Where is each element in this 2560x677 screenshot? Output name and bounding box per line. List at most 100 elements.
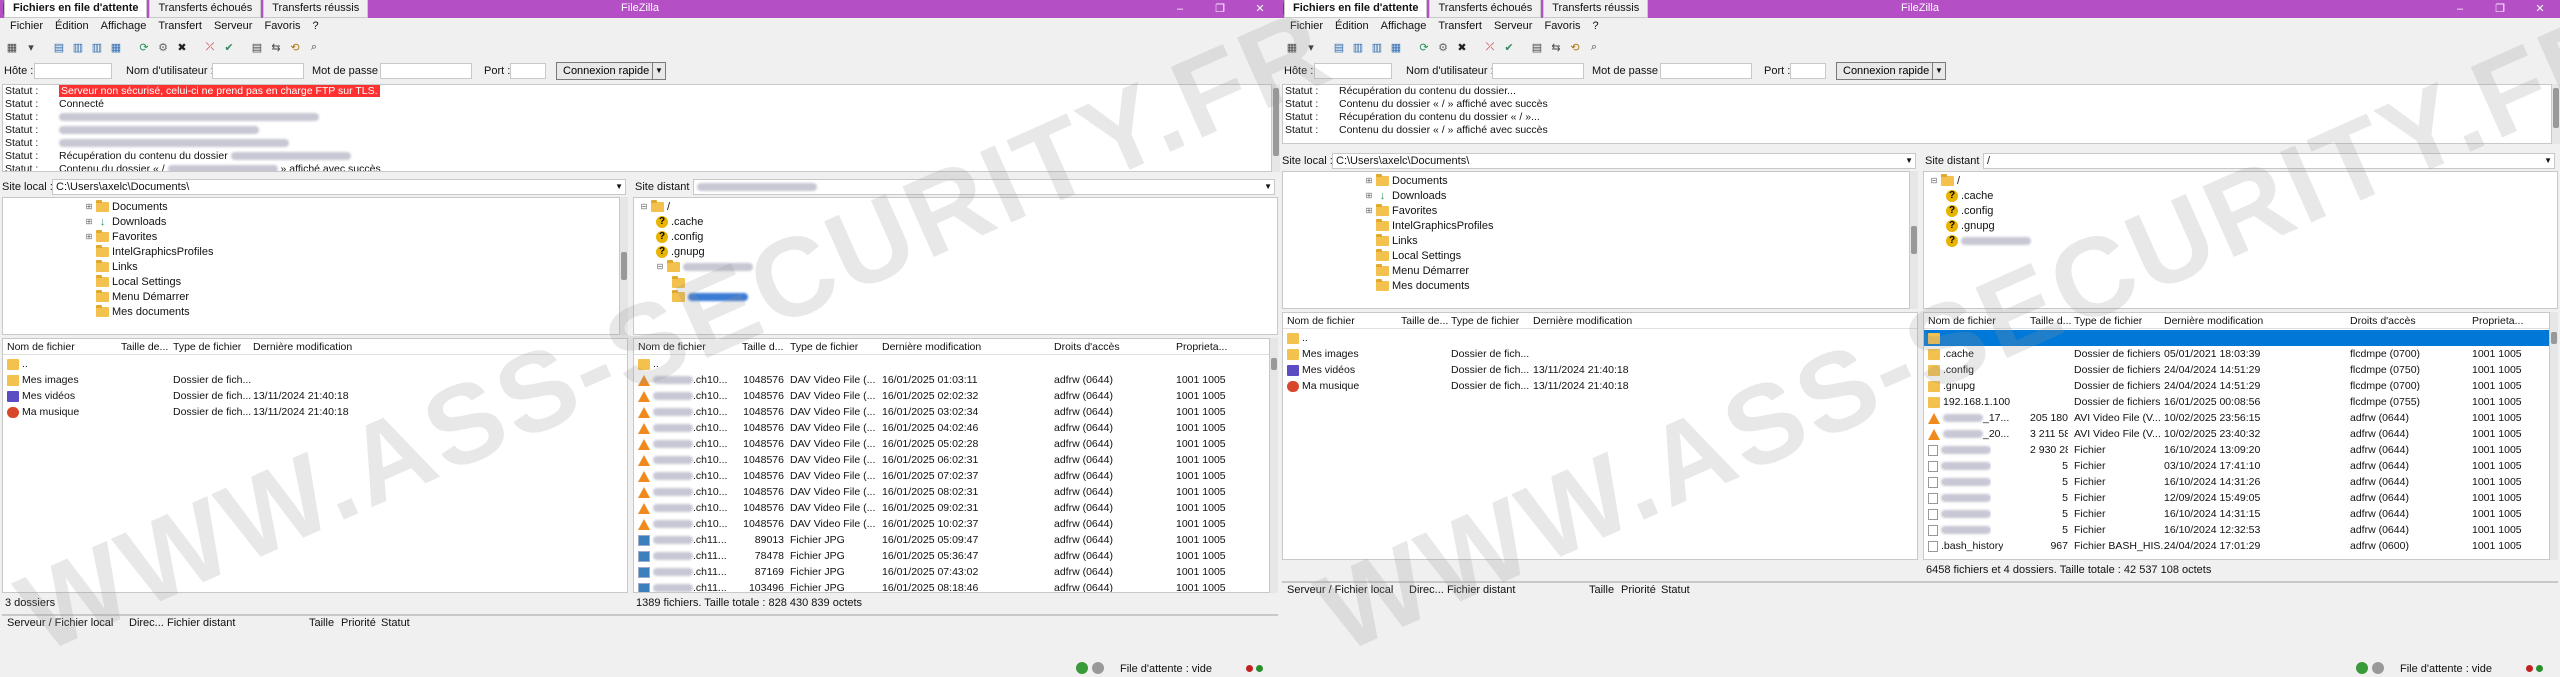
- remote-tree-item[interactable]: ⊟ /: [1930, 174, 1960, 188]
- local-file-row[interactable]: ..: [3, 356, 627, 372]
- process-queue-icon[interactable]: ⚙: [155, 39, 171, 55]
- expand-icon[interactable]: ⊞: [85, 200, 93, 214]
- filter-icon[interactable]: ▤: [1529, 39, 1545, 55]
- remote-file-row[interactable]: .ch10... 1048576 DAV Video File (... 16/01/…: [634, 404, 1269, 420]
- expand-icon[interactable]: ⊞: [85, 215, 93, 229]
- remote-column-header[interactable]: Taille d...: [742, 339, 783, 355]
- menu-item-1[interactable]: Édition: [1329, 19, 1375, 35]
- password-input[interactable]: [380, 63, 472, 79]
- remote-tree-item[interactable]: ? .config: [1946, 204, 1993, 218]
- menu-item-0[interactable]: Fichier: [1284, 19, 1329, 35]
- speed-limit-icon[interactable]: [2372, 662, 2384, 674]
- remote-tree-item[interactable]: ⊟ /: [640, 200, 670, 214]
- local-column-header[interactable]: Type de fichier: [173, 339, 241, 355]
- sync-browse-icon[interactable]: ⟲: [1567, 39, 1583, 55]
- password-input[interactable]: [1660, 63, 1752, 79]
- quickconnect-history-dropdown[interactable]: ▼: [652, 62, 666, 80]
- local-tree-item[interactable]: ⊞ Documents: [1365, 174, 1448, 188]
- queue-column-header[interactable]: Fichier distant: [1447, 584, 1515, 596]
- local-path-input[interactable]: C:\Users\axelc\Documents\ ▼: [52, 179, 626, 195]
- queue-column-header[interactable]: Statut: [1661, 584, 1690, 596]
- remote-column-header[interactable]: Proprieta...: [1176, 339, 1227, 355]
- remote-column-header[interactable]: Taille d...: [2030, 313, 2071, 329]
- remote-file-row[interactable]: 5 Fichier 16/10/2024 14:31:15 adfrw (0644) 1…: [1924, 506, 2549, 522]
- site-manager-icon[interactable]: ▦: [1284, 39, 1300, 55]
- filter-icon[interactable]: ▤: [249, 39, 265, 55]
- username-input[interactable]: [212, 63, 304, 79]
- toggle-local-tree-icon[interactable]: ▥: [1350, 39, 1366, 55]
- port-input[interactable]: [510, 63, 546, 79]
- local-file-row[interactable]: Mes images Dossier de fich...: [3, 372, 627, 388]
- menu-item-5[interactable]: Favoris: [258, 19, 306, 35]
- queue-column-header[interactable]: Taille: [1589, 584, 1614, 596]
- scrollbar-thumb[interactable]: [2551, 332, 2557, 344]
- site-manager-icon[interactable]: ▦: [4, 39, 20, 55]
- local-tree-item[interactable]: ⊞ Documents: [85, 200, 168, 214]
- menu-item-6[interactable]: ?: [1587, 19, 1605, 35]
- local-tree-item[interactable]: Mes documents: [85, 305, 190, 319]
- compare-icon[interactable]: ⇆: [1548, 39, 1564, 55]
- maximize-icon[interactable]: ❐: [1200, 0, 1240, 18]
- dropdown-icon[interactable]: ▾: [1303, 39, 1319, 55]
- collapse-icon[interactable]: ⊟: [1930, 174, 1938, 188]
- local-tree-item[interactable]: Mes documents: [1365, 279, 1470, 293]
- remote-column-header[interactable]: Droits d'accès: [1054, 339, 1120, 355]
- close-icon[interactable]: ✕: [2520, 0, 2560, 18]
- log-scrollbar[interactable]: [1272, 84, 1280, 172]
- local-tree-item[interactable]: ⊞ Favorites: [85, 230, 157, 244]
- remote-file-row[interactable]: .ch11... 87169 Fichier JPG 16/01/2025 07:43…: [634, 564, 1269, 580]
- dropdown-icon[interactable]: ▾: [23, 39, 39, 55]
- local-column-header[interactable]: Nom de fichier: [7, 339, 75, 355]
- quickconnect-button[interactable]: Connexion rapide: [1836, 62, 1937, 80]
- collapse-icon[interactable]: ⊟: [656, 260, 664, 274]
- toggle-log-icon[interactable]: ▤: [1331, 39, 1347, 55]
- chevron-down-icon[interactable]: ▼: [1905, 154, 1913, 168]
- queue-column-header[interactable]: Serveur / Fichier local: [7, 617, 113, 629]
- queue-column-header[interactable]: Priorité: [1621, 584, 1656, 596]
- local-file-row[interactable]: Mes vidéos Dossier de fich... 13/11/2024 2…: [3, 388, 627, 404]
- local-tree-scrollbar[interactable]: [1910, 171, 1918, 309]
- cancel-icon[interactable]: ✖: [1454, 39, 1470, 55]
- queue-column-header[interactable]: Fichier distant: [167, 617, 235, 629]
- local-tree-scrollbar[interactable]: [620, 197, 628, 335]
- chevron-down-icon[interactable]: ▼: [1264, 180, 1272, 194]
- remote-file-row[interactable]: .bash_history 967 Fichier BASH_HIS... 24/04…: [1924, 538, 2549, 554]
- remote-column-header[interactable]: Proprieta...: [2472, 313, 2523, 329]
- remote-file-row[interactable]: .ch11... 89013 Fichier JPG 16/01/2025 05:09…: [634, 532, 1269, 548]
- remote-column-header[interactable]: Nom de fichier: [638, 339, 706, 355]
- remote-column-header[interactable]: Nom de fichier: [1928, 313, 1996, 329]
- queue-tab-2[interactable]: Transferts réussis: [263, 0, 369, 18]
- queue-column-header[interactable]: Taille: [309, 617, 334, 629]
- remote-list-scrollbar[interactable]: [2550, 312, 2558, 560]
- remote-column-header[interactable]: Type de fichier: [2074, 313, 2142, 329]
- remote-tree-item[interactable]: ? .gnupg: [1946, 219, 1995, 233]
- remote-tree-item[interactable]: ? .cache: [1946, 189, 1993, 203]
- menu-item-6[interactable]: ?: [307, 19, 325, 35]
- disconnect-icon[interactable]: ⤫: [1482, 39, 1498, 55]
- menu-item-2[interactable]: Affichage: [1375, 19, 1433, 35]
- remote-file-row[interactable]: 5 Fichier 03/10/2024 17:41:10 adfrw (0644) 1…: [1924, 458, 2549, 474]
- toggle-log-icon[interactable]: ▤: [51, 39, 67, 55]
- process-queue-icon[interactable]: ⚙: [1435, 39, 1451, 55]
- remote-path-input[interactable]: / ▼: [1983, 153, 2555, 169]
- queue-tab-1[interactable]: Transferts échoués: [1429, 0, 1542, 18]
- port-input[interactable]: [1790, 63, 1826, 79]
- local-tree-item[interactable]: Local Settings: [85, 275, 181, 289]
- host-input[interactable]: [34, 63, 112, 79]
- close-icon[interactable]: ✕: [1240, 0, 1280, 18]
- disconnect-icon[interactable]: ⤫: [202, 39, 218, 55]
- remote-file-row[interactable]: .ch11... 78478 Fichier JPG 16/01/2025 05:36…: [634, 548, 1269, 564]
- log-scrollbar-thumb[interactable]: [2553, 88, 2559, 128]
- queue-tab-1[interactable]: Transferts échoués: [149, 0, 262, 18]
- local-tree-item[interactable]: Links: [85, 260, 138, 274]
- menu-item-4[interactable]: Serveur: [208, 19, 259, 35]
- queue-column-header[interactable]: Direc...: [129, 617, 164, 629]
- reconnect-icon[interactable]: ✔: [221, 39, 237, 55]
- search-icon[interactable]: ⌕: [1586, 39, 1602, 55]
- local-tree-item[interactable]: IntelGraphicsProfiles: [1365, 219, 1494, 233]
- queue-column-header[interactable]: Priorité: [341, 617, 376, 629]
- remote-tree-item[interactable]: ? .gnupg: [656, 245, 705, 259]
- collapse-icon[interactable]: ⊟: [640, 200, 648, 214]
- minimize-icon[interactable]: –: [1160, 0, 1200, 18]
- remote-tree-item-redacted[interactable]: ?: [1946, 234, 2031, 248]
